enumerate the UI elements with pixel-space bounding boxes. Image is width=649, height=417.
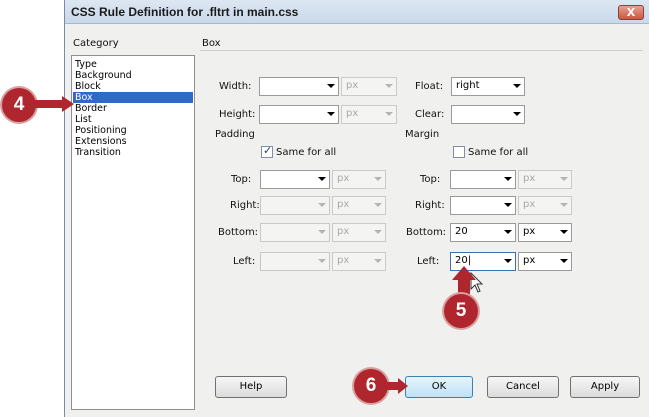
margin-left-label: Left: bbox=[417, 256, 440, 267]
chevron-down-icon bbox=[327, 112, 335, 116]
step-5-arrow-icon bbox=[452, 266, 476, 298]
chevron-down-icon bbox=[318, 177, 326, 181]
padding-right-unit[interactable]: px bbox=[332, 196, 386, 215]
margin-right-unit[interactable]: px bbox=[518, 196, 572, 215]
step-5-callout: 5 bbox=[444, 294, 478, 328]
chevron-down-icon bbox=[504, 230, 512, 234]
step-4-callout: 4 bbox=[2, 88, 36, 122]
checkmark-icon: ✓ bbox=[263, 144, 273, 157]
margin-label: Margin bbox=[405, 129, 440, 140]
category-item-type[interactable]: Type bbox=[73, 59, 193, 70]
title-bar[interactable]: CSS Rule Definition for .fltrt in main.c… bbox=[65, 0, 649, 24]
padding-bottom-label: Bottom: bbox=[218, 227, 259, 238]
chevron-down-icon bbox=[385, 84, 393, 88]
chevron-down-icon bbox=[374, 259, 382, 263]
width-input[interactable] bbox=[259, 77, 339, 96]
category-item-transition[interactable]: Transition bbox=[73, 147, 193, 158]
margin-left-unit[interactable]: px bbox=[518, 252, 572, 271]
margin-bottom-unit[interactable]: px bbox=[518, 223, 572, 242]
clear-label: Clear: bbox=[415, 109, 445, 120]
step-6-arrow-icon bbox=[386, 378, 408, 394]
padding-right-label: Right: bbox=[230, 200, 260, 211]
chevron-down-icon bbox=[504, 203, 512, 207]
padding-left-label: Left: bbox=[233, 256, 256, 267]
margin-top-unit[interactable]: px bbox=[518, 170, 572, 189]
category-item-background[interactable]: Background bbox=[73, 70, 193, 81]
chevron-down-icon bbox=[560, 177, 568, 181]
margin-bottom-label: Bottom: bbox=[406, 227, 447, 238]
category-item-positioning[interactable]: Positioning bbox=[73, 125, 193, 136]
padding-left-input[interactable] bbox=[260, 252, 330, 271]
chevron-down-icon bbox=[374, 230, 382, 234]
chevron-down-icon bbox=[318, 259, 326, 263]
chevron-down-icon bbox=[560, 230, 568, 234]
chevron-down-icon bbox=[374, 177, 382, 181]
step-4-arrow-icon bbox=[34, 96, 74, 112]
css-rule-definition-dialog: CSS Rule Definition for .fltrt in main.c… bbox=[64, 0, 649, 417]
chevron-down-icon bbox=[385, 112, 393, 116]
padding-right-input[interactable] bbox=[260, 196, 330, 215]
apply-button[interactable]: Apply bbox=[570, 376, 640, 398]
padding-bottom-unit[interactable]: px bbox=[332, 223, 386, 242]
float-select[interactable]: right bbox=[451, 77, 525, 96]
margin-top-input[interactable] bbox=[450, 170, 516, 189]
margin-top-label: Top: bbox=[420, 174, 441, 185]
margin-same-label: Same for all bbox=[468, 147, 529, 158]
category-item-border[interactable]: Border bbox=[73, 103, 193, 114]
category-item-list[interactable]: List bbox=[73, 114, 193, 125]
padding-same-label: Same for all bbox=[276, 147, 337, 158]
cancel-button[interactable]: Cancel bbox=[487, 376, 559, 398]
padding-bottom-input[interactable] bbox=[260, 223, 330, 242]
width-label: Width: bbox=[219, 81, 252, 92]
section-title: Box bbox=[202, 38, 221, 49]
section-divider bbox=[200, 50, 643, 51]
close-button[interactable]: X bbox=[618, 5, 644, 20]
chevron-down-icon bbox=[560, 203, 568, 207]
chevron-down-icon bbox=[513, 112, 521, 116]
help-button[interactable]: Help bbox=[215, 376, 287, 398]
padding-top-label: Top: bbox=[231, 174, 252, 185]
margin-right-input[interactable] bbox=[450, 196, 516, 215]
chevron-down-icon bbox=[318, 203, 326, 207]
dialog-title: CSS Rule Definition for .fltrt in main.c… bbox=[71, 5, 299, 19]
step-6-callout: 6 bbox=[354, 369, 388, 403]
category-label: Category bbox=[73, 38, 119, 49]
float-label: Float: bbox=[415, 81, 444, 92]
chevron-down-icon bbox=[504, 259, 512, 263]
clear-select[interactable] bbox=[451, 105, 525, 124]
category-list[interactable]: Type Background Block Box Border List Po… bbox=[71, 55, 195, 410]
padding-top-input[interactable] bbox=[260, 170, 330, 189]
padding-same-checkbox[interactable]: ✓ bbox=[261, 144, 273, 158]
padding-label: Padding bbox=[215, 129, 255, 140]
chevron-down-icon bbox=[513, 84, 521, 88]
margin-same-checkbox[interactable] bbox=[453, 146, 465, 158]
chevron-down-icon bbox=[318, 230, 326, 234]
category-item-block[interactable]: Block bbox=[73, 81, 193, 92]
chevron-down-icon bbox=[560, 259, 568, 263]
category-item-box[interactable]: Box bbox=[73, 92, 193, 103]
height-unit-select[interactable]: px bbox=[341, 105, 397, 124]
chevron-down-icon bbox=[374, 203, 382, 207]
chevron-down-icon bbox=[327, 84, 335, 88]
ok-button[interactable]: OK bbox=[405, 376, 473, 398]
width-unit-select[interactable]: px bbox=[341, 77, 397, 96]
margin-right-label: Right: bbox=[415, 200, 445, 211]
padding-top-unit[interactable]: px bbox=[332, 170, 386, 189]
chevron-down-icon bbox=[504, 177, 512, 181]
height-input[interactable] bbox=[259, 105, 339, 124]
margin-bottom-input[interactable]: 20 bbox=[450, 223, 516, 242]
category-item-extensions[interactable]: Extensions bbox=[73, 136, 193, 147]
padding-left-unit[interactable]: px bbox=[332, 252, 386, 271]
height-label: Height: bbox=[219, 109, 256, 120]
